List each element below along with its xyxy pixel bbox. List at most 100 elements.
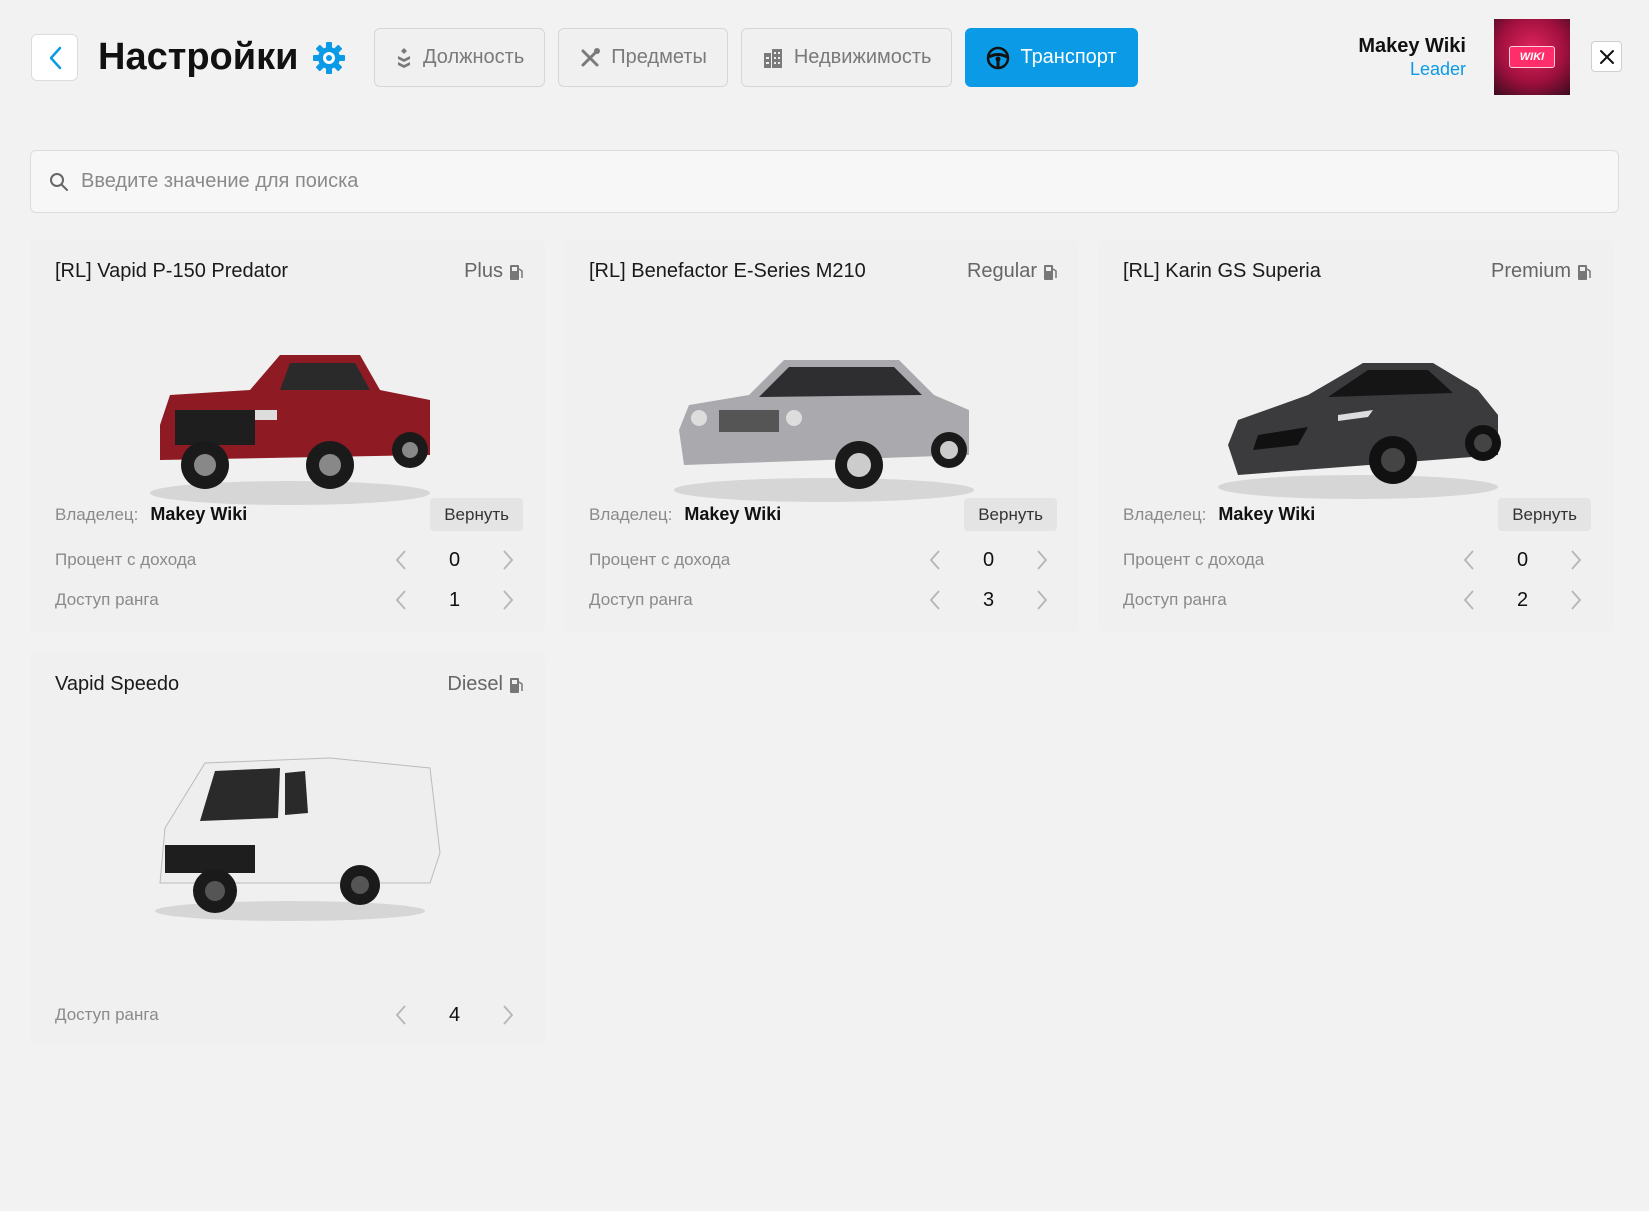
rank-access-row: Доступ ранга 1 xyxy=(55,585,523,615)
vehicle-image xyxy=(150,355,430,505)
decrement-button[interactable] xyxy=(1454,585,1484,615)
decrement-button[interactable] xyxy=(386,1000,416,1030)
vehicle-card: [RL] Vapid P-150 Predator Plus Владелец:… xyxy=(30,240,545,632)
owner-row: Владелец: Makey Wiki Вернуть xyxy=(1123,498,1591,531)
tab-bar: Должность Предметы Недвижимость Транспор… xyxy=(374,28,1138,87)
decrement-button[interactable] xyxy=(386,585,416,615)
fuel-label: Premium xyxy=(1490,260,1571,282)
fuel-label: Regular xyxy=(966,260,1037,282)
fuel-pump-icon xyxy=(510,264,523,280)
income-percent-label: Процент с дохода xyxy=(55,550,197,569)
decrement-button[interactable] xyxy=(920,585,950,615)
owner-name: Makey Wiki xyxy=(684,504,782,524)
tab-label: Предметы xyxy=(611,46,707,68)
income-percent-stepper: 0 xyxy=(920,545,1057,575)
fuel-type: Premium xyxy=(1491,260,1591,283)
vehicle-name: [RL] Benefactor E-Series M210 xyxy=(589,260,866,282)
chevron-right-icon xyxy=(1037,550,1048,570)
owner-label: Владелец: xyxy=(589,504,673,524)
search-bar xyxy=(30,150,1619,213)
rank-access-label: Доступ ранга xyxy=(589,590,693,609)
rank-access-stepper: 1 xyxy=(386,585,523,615)
rank-access-stepper: 4 xyxy=(386,1000,523,1030)
fuel-type: Plus xyxy=(464,260,523,283)
owner-name: Makey Wiki xyxy=(1218,504,1316,524)
chevron-right-icon xyxy=(503,550,514,570)
fuel-type: Diesel xyxy=(447,673,523,696)
tab-items[interactable]: Предметы xyxy=(558,28,728,87)
chevron-right-icon xyxy=(503,1005,514,1025)
rank-access-row: Доступ ранга 4 xyxy=(55,1000,523,1030)
tab-label: Транспорт xyxy=(1020,46,1117,68)
income-percent-value: 0 xyxy=(982,548,995,571)
rank-access-row: Доступ ранга 3 xyxy=(589,585,1057,615)
vehicle-name: Vapid Speedo xyxy=(55,673,180,695)
decrement-button[interactable] xyxy=(1454,545,1484,575)
rank-access-label: Доступ ранга xyxy=(55,590,159,609)
rank-access-label: Доступ ранга xyxy=(55,1005,159,1024)
increment-button[interactable] xyxy=(1027,585,1057,615)
owner-name: Makey Wiki xyxy=(150,504,248,524)
tab-transport[interactable]: Транспорт xyxy=(965,28,1138,87)
tools-icon xyxy=(581,47,601,66)
increment-button[interactable] xyxy=(493,1000,523,1030)
close-button[interactable] xyxy=(1591,41,1622,72)
vehicle-card: Vapid Speedo Diesel Доступ ранга 4 xyxy=(30,653,545,1045)
income-percent-stepper: 0 xyxy=(1454,545,1591,575)
fuel-label: Diesel xyxy=(447,673,503,695)
tab-position[interactable]: Должность xyxy=(374,28,546,87)
gear-icon[interactable] xyxy=(312,41,346,75)
increment-button[interactable] xyxy=(1561,585,1591,615)
avatar-logo: WIKI xyxy=(1508,46,1556,68)
income-percent-row: Процент с дохода 0 xyxy=(1123,545,1591,575)
income-percent-label: Процент с дохода xyxy=(1123,550,1265,569)
income-percent-stepper: 0 xyxy=(386,545,523,575)
back-button[interactable] xyxy=(31,34,78,81)
fuel-type: Regular xyxy=(967,260,1057,283)
chevron-right-icon xyxy=(1571,590,1582,610)
rank-access-row: Доступ ранга 2 xyxy=(1123,585,1591,615)
tab-label: Недвижимость xyxy=(793,46,932,68)
avatar: WIKI xyxy=(1494,19,1570,95)
return-button[interactable]: Вернуть xyxy=(964,498,1057,531)
owner-row: Владелец: Makey Wiki Вернуть xyxy=(55,498,523,531)
header: Настройки Должность Предметы Недвижимост… xyxy=(0,0,1649,130)
fuel-label: Plus xyxy=(464,260,503,282)
tab-real-estate[interactable]: Недвижимость xyxy=(740,28,953,87)
chevron-left-icon xyxy=(395,1005,406,1025)
vehicle-name: [RL] Karin GS Superia xyxy=(1123,260,1321,282)
rank-icon xyxy=(398,47,410,68)
chevron-left-icon xyxy=(49,46,61,69)
return-button[interactable]: Вернуть xyxy=(1498,498,1591,531)
return-button[interactable]: Вернуть xyxy=(430,498,523,531)
increment-button[interactable] xyxy=(493,585,523,615)
chevron-left-icon xyxy=(395,590,406,610)
search-input[interactable] xyxy=(81,170,1618,193)
vehicle-card: [RL] Karin GS Superia Premium Владелец: … xyxy=(1098,240,1613,632)
increment-button[interactable] xyxy=(1561,545,1591,575)
chevron-left-icon xyxy=(929,590,940,610)
vehicle-image xyxy=(1218,363,1501,499)
owner-label: Владелец: xyxy=(55,504,139,524)
rank-access-value: 2 xyxy=(1516,588,1529,611)
user-name: Makey Wiki xyxy=(1358,35,1466,57)
chevron-right-icon xyxy=(503,590,514,610)
page-title-text: Настройки xyxy=(98,36,299,78)
fuel-pump-icon xyxy=(510,677,523,693)
decrement-button[interactable] xyxy=(920,545,950,575)
increment-button[interactable] xyxy=(1027,545,1057,575)
user-info: Makey Wiki Leader xyxy=(1358,34,1466,80)
income-percent-value: 0 xyxy=(448,548,461,571)
rank-access-value: 3 xyxy=(982,588,995,611)
decrement-button[interactable] xyxy=(386,545,416,575)
chevron-left-icon xyxy=(1463,550,1474,570)
tab-label: Должность xyxy=(423,46,525,68)
vehicle-name: [RL] Vapid P-150 Predator xyxy=(55,260,289,282)
chevron-right-icon xyxy=(1571,550,1582,570)
rank-access-stepper: 3 xyxy=(920,585,1057,615)
increment-button[interactable] xyxy=(493,545,523,575)
rank-access-label: Доступ ранга xyxy=(1123,590,1227,609)
vehicle-image xyxy=(155,757,441,921)
vehicle-card: [RL] Benefactor E-Series M210 Regular Вл… xyxy=(564,240,1079,632)
owner-row: Владелец: Makey Wiki Вернуть xyxy=(589,498,1057,531)
